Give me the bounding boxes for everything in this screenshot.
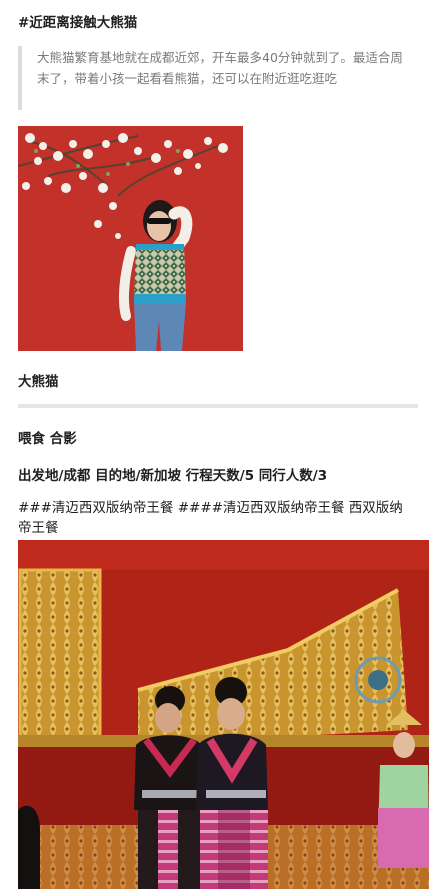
section-divider: [18, 404, 418, 408]
post-heading-tag[interactable]: #近距离接触大熊猫: [18, 11, 137, 31]
stage-performance-photo[interactable]: [18, 540, 429, 889]
stage-photo-illustration: [18, 540, 429, 889]
trip-info-text: 出发地/成都 目的地/新加坡 行程天数/5 同行人数/3: [18, 468, 328, 484]
blockquote: 大熊猫繁育基地就在成都近郊，开车最多40分钟就到了。最适合周末了，带着小孩一起看…: [18, 46, 410, 110]
restaurant-heading: ###清迈西双版纳帝王餐 ####清迈西双版纳帝王餐 西双版纳帝王餐: [18, 500, 403, 536]
section-title: 大熊猫: [18, 374, 59, 390]
panda-photo-illustration: [18, 126, 243, 351]
panda-base-photo[interactable]: [18, 126, 243, 351]
activities-text: 喂食 合影: [18, 431, 77, 447]
blockquote-text: 大熊猫繁育基地就在成都近郊，开车最多40分钟就到了。最适合周末了，带着小孩一起看…: [37, 50, 403, 86]
